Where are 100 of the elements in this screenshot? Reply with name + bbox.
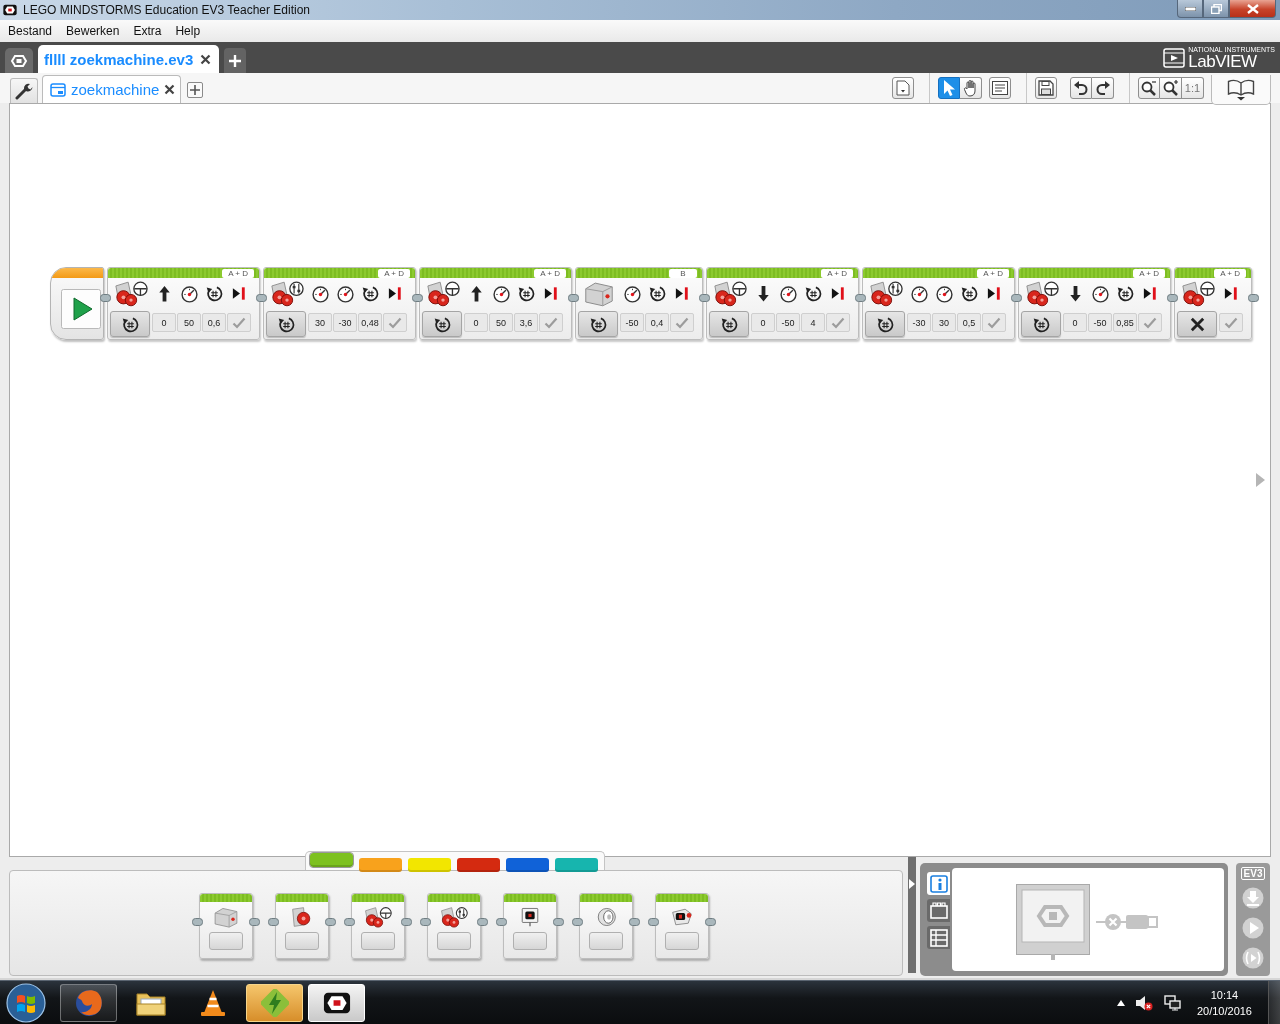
mode-button[interactable]	[422, 311, 462, 337]
brake-field[interactable]	[670, 313, 694, 332]
palette-block[interactable]	[655, 893, 709, 959]
port-selector[interactable]: A + D	[821, 268, 853, 278]
parameter-field[interactable]: 30	[308, 313, 332, 332]
parameter-field[interactable]: 0,5	[957, 313, 981, 332]
close-icon[interactable]	[200, 53, 212, 65]
minimize-button[interactable]	[1177, 0, 1203, 18]
move-steering-block[interactable]: A + D 0 -50 0,85	[1018, 267, 1171, 340]
connector-plug-icon	[256, 294, 267, 302]
network-icon[interactable]	[1162, 994, 1181, 1011]
move-steering-block[interactable]: A + D 0 50 0,6	[107, 267, 260, 340]
save-button[interactable]	[1035, 77, 1057, 99]
palette-block[interactable]	[503, 893, 557, 959]
port-selector[interactable]: A + D	[1214, 268, 1246, 278]
parameter-field[interactable]: 50	[489, 313, 513, 332]
close-button[interactable]	[1229, 0, 1276, 18]
port-selector[interactable]: A + D	[222, 268, 254, 278]
zoom-reset-button[interactable]: 1:1	[1182, 77, 1204, 99]
parameter-field[interactable]: 0,4	[645, 313, 669, 332]
undo-button[interactable]	[1070, 77, 1092, 99]
zoom-in-button[interactable]	[1160, 77, 1182, 99]
parameter-field[interactable]: 0	[1063, 313, 1087, 332]
palette-block[interactable]	[275, 893, 329, 959]
move-steering-block[interactable]: A + D	[1174, 267, 1252, 340]
move-steering-block[interactable]: A + D 0 50 3,6	[419, 267, 572, 340]
brake-field[interactable]	[383, 313, 407, 332]
start-orb-icon[interactable]	[6, 982, 46, 1023]
parameter-field[interactable]: -30	[907, 313, 931, 332]
download-icon	[1242, 887, 1264, 909]
brake-field[interactable]	[227, 313, 251, 332]
add-program-button[interactable]	[187, 82, 204, 98]
palette-block[interactable]	[351, 893, 405, 959]
move-tank-block[interactable]: A + D 30 -30 0,48	[263, 267, 416, 340]
mode-button[interactable]	[578, 311, 618, 337]
menu-item[interactable]: Extra	[126, 22, 169, 40]
restore-button[interactable]	[1203, 0, 1229, 18]
menu-item[interactable]: Bestand	[1, 22, 60, 40]
brake-field[interactable]	[826, 313, 850, 332]
redo-button[interactable]	[1092, 77, 1114, 99]
parameter-field[interactable]: -50	[1088, 313, 1112, 332]
mode-button[interactable]	[110, 311, 150, 337]
brake-field[interactable]	[982, 313, 1006, 332]
port-view-tab[interactable]	[927, 899, 950, 922]
parameter-field[interactable]: 0,6	[202, 313, 226, 332]
parameter-field[interactable]: -30	[333, 313, 357, 332]
mode-button[interactable]	[266, 311, 306, 337]
mode-button[interactable]	[709, 311, 749, 337]
close-icon[interactable]	[164, 84, 176, 95]
content-menu-button[interactable]	[892, 77, 914, 99]
parameter-field[interactable]: 30	[932, 313, 956, 332]
port-selector[interactable]: A + D	[977, 268, 1009, 278]
add-project-button[interactable]	[224, 48, 247, 73]
connector-plug-icon	[412, 294, 423, 302]
speaker-muted-icon[interactable]	[1134, 994, 1153, 1011]
parameter-field[interactable]: -50	[620, 313, 644, 332]
medium-motor-block[interactable]: B -50 0,4	[575, 267, 703, 340]
start-block[interactable]	[50, 267, 104, 340]
gauge-icon	[336, 284, 355, 303]
caret-up-icon[interactable]	[1116, 999, 1125, 1006]
menu-item[interactable]: Bewerken	[59, 22, 127, 40]
hand-icon	[962, 79, 979, 97]
move-tank-block[interactable]: A + D -30 30 0,5	[862, 267, 1015, 340]
pan-tool-button[interactable]	[960, 77, 982, 99]
move-steering-block[interactable]: A + D 0 -50 4	[706, 267, 859, 340]
port-selector[interactable]: A + D	[1133, 268, 1165, 278]
run-button[interactable]	[1241, 916, 1265, 940]
panel-splitter[interactable]	[908, 855, 916, 973]
parameter-field[interactable]: -50	[776, 313, 800, 332]
mode-button[interactable]	[1021, 311, 1061, 337]
project-properties-button[interactable]	[10, 78, 38, 103]
port-selector[interactable]: A + D	[378, 268, 410, 278]
expand-arrow-icon[interactable]	[909, 879, 915, 889]
content-editor-button[interactable]	[1211, 75, 1271, 105]
comment-button[interactable]	[989, 77, 1011, 99]
port-selector[interactable]: A + D	[534, 268, 566, 278]
parameter-field[interactable]: 50	[177, 313, 201, 332]
run-selected-button[interactable]	[1241, 946, 1265, 970]
parameter-field[interactable]: 0	[152, 313, 176, 332]
pointer-tool-button[interactable]	[938, 77, 960, 99]
mode-button[interactable]	[1177, 311, 1217, 337]
parameter-field[interactable]: 4	[801, 313, 825, 332]
brake-field[interactable]	[539, 313, 563, 332]
parameter-field[interactable]: 0	[464, 313, 488, 332]
mode-button[interactable]	[865, 311, 905, 337]
brake-field[interactable]	[1219, 313, 1243, 332]
brick-info-tab[interactable]	[927, 872, 950, 895]
lobby-button[interactable]	[5, 48, 33, 73]
parameter-field[interactable]: 3,6	[514, 313, 538, 332]
parameter-field[interactable]: 0,85	[1113, 313, 1137, 332]
palette-block[interactable]	[427, 893, 481, 959]
parameter-field[interactable]: 0,48	[358, 313, 382, 332]
download-button[interactable]	[1241, 886, 1265, 910]
available-bricks-tab[interactable]	[927, 926, 950, 949]
taskbar-app-button[interactable]	[246, 983, 303, 1022]
brake-field[interactable]	[1138, 313, 1162, 332]
menu-item[interactable]: Help	[168, 22, 208, 40]
parameter-field[interactable]: 0	[751, 313, 775, 332]
zoom-out-button[interactable]	[1138, 77, 1160, 99]
port-selector[interactable]: B	[669, 268, 697, 278]
